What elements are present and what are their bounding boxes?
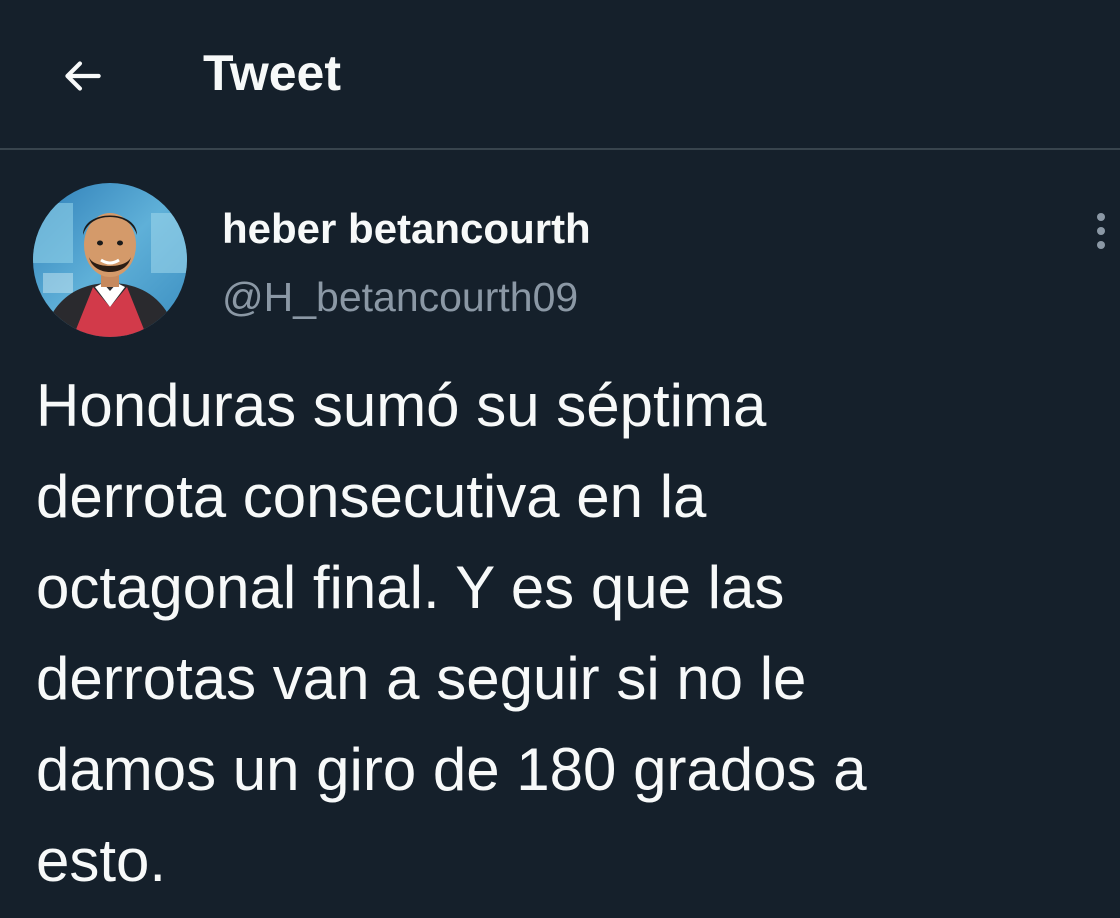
more-vertical-icon-dot bbox=[1097, 227, 1105, 235]
more-options-button[interactable] bbox=[1082, 206, 1120, 256]
tweet-text-line: esto. bbox=[36, 827, 167, 894]
avatar-photo bbox=[33, 183, 187, 337]
more-vertical-icon-dot bbox=[1097, 213, 1105, 221]
top-bar: Tweet bbox=[0, 0, 1120, 150]
tweet-text-line: octagonal final. Y es que las bbox=[36, 554, 785, 621]
tweet-text: Honduras sumó su séptima derrota consecu… bbox=[36, 360, 1096, 906]
tweet-text-line: Honduras sumó su séptima bbox=[36, 372, 767, 439]
author-display-name[interactable]: heber betancourth bbox=[222, 203, 591, 255]
arrow-left-icon bbox=[65, 61, 101, 91]
back-button[interactable] bbox=[44, 38, 120, 114]
author-handle[interactable]: @H_betancourth09 bbox=[222, 271, 578, 323]
tweet-text-line: derrotas van a seguir si no le bbox=[36, 645, 807, 712]
tweet-text-line: damos un giro de 180 grados a bbox=[36, 736, 867, 803]
avatar[interactable] bbox=[33, 183, 187, 337]
page-title: Tweet bbox=[203, 45, 341, 101]
more-vertical-icon-dot bbox=[1097, 241, 1105, 249]
tweet-text-line: derrota consecutiva en la bbox=[36, 463, 707, 530]
